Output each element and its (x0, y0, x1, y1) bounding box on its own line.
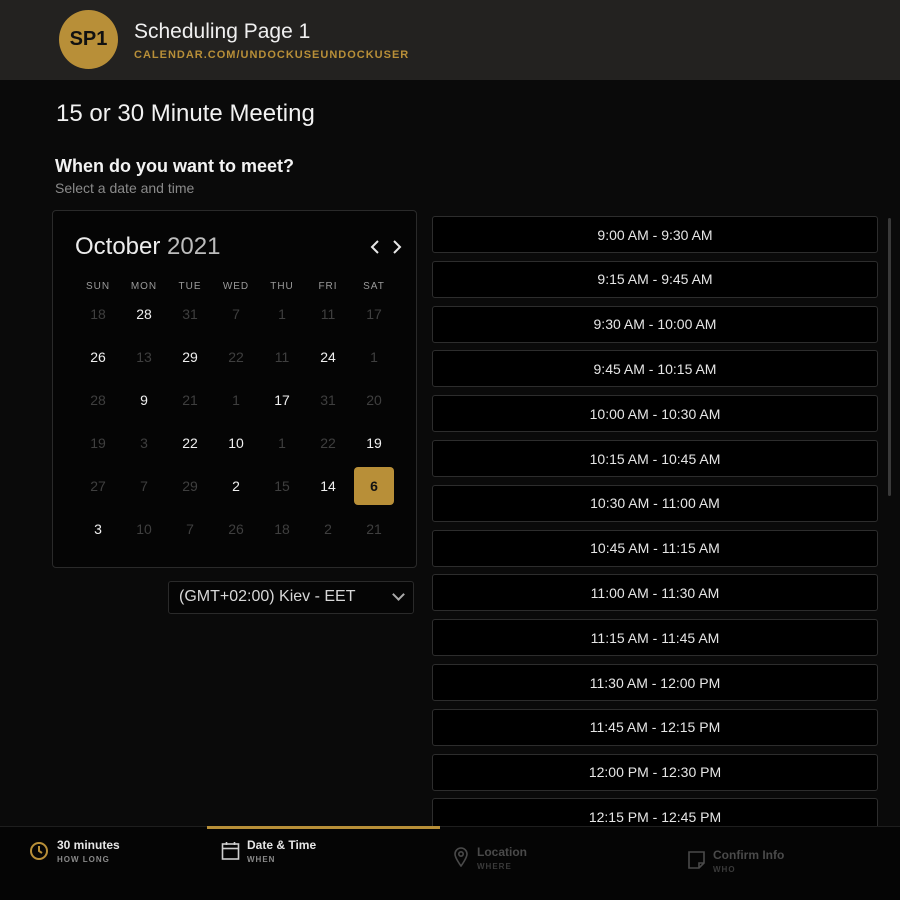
calendar-day: 11 (274, 349, 290, 365)
meeting-title: 15 or 30 Minute Meeting (56, 100, 315, 127)
avatar: SP1 (59, 10, 118, 69)
step-label: 30 minutes (57, 838, 120, 852)
timezone-value: (GMT+02:00) Kiev - EET (179, 588, 356, 605)
calendar-day: 7 (186, 521, 194, 537)
header-bar: SP1 Scheduling Page 1 CALENDAR.COM/UNDOC… (0, 0, 900, 80)
weekday-header: WED (222, 281, 250, 292)
calendar-day[interactable]: 14 (308, 467, 348, 505)
calendar-day: 3 (140, 435, 148, 451)
time-slot-button[interactable]: 12:00 PM - 12:30 PM (432, 753, 878, 791)
calendar-day[interactable]: 28 (124, 295, 164, 333)
step-label: Date & Time (247, 838, 317, 852)
step-sublabel: HOW LONG (57, 855, 110, 864)
calendar-day[interactable]: 22 (170, 424, 210, 462)
calendar-day[interactable]: 29 (170, 338, 210, 376)
calendar-day: 29 (182, 478, 198, 494)
calendar-day-selected[interactable]: 6 (354, 467, 394, 505)
calendar-day: 1 (278, 435, 286, 451)
step-sublabel: WHO (713, 865, 736, 874)
slot-list-scrollbar[interactable] (888, 218, 891, 496)
calendar-day: 17 (366, 306, 382, 322)
calendar-day: 13 (136, 349, 152, 365)
clock-icon (30, 842, 48, 860)
time-slot-button[interactable]: 9:30 AM - 10:00 AM (432, 305, 878, 343)
question-heading: When do you want to meet? (55, 156, 294, 176)
step-label: Confirm Info (713, 848, 785, 862)
timezone-select[interactable]: (GMT+02:00) Kiev - EET (168, 581, 414, 614)
calendar-day: 1 (278, 306, 286, 322)
calendar-day: 22 (320, 435, 336, 451)
calendar-year: 2021 (167, 233, 221, 260)
calendar-day: 31 (182, 306, 198, 322)
page-name: Scheduling Page 1 (134, 20, 311, 43)
calendar-day[interactable]: 3 (78, 510, 118, 548)
weekday-header: THU (270, 281, 294, 292)
calendar-day: 18 (274, 521, 290, 537)
calendar-day: 15 (274, 478, 290, 494)
weekday-header: TUE (178, 281, 202, 292)
calendar-day[interactable]: 9 (124, 381, 164, 419)
question-subtitle: Select a date and time (55, 180, 195, 196)
calendar-day[interactable]: 24 (308, 338, 348, 376)
calendar-day: 7 (140, 478, 148, 494)
location-pin-icon (454, 847, 468, 867)
time-slot-button[interactable]: 10:15 AM - 10:45 AM (432, 440, 878, 477)
weekday-header: MON (130, 281, 158, 292)
next-month-button[interactable] (391, 237, 403, 260)
time-slot-button[interactable]: 11:00 AM - 11:30 AM (432, 574, 878, 612)
calendar-day: 1 (370, 349, 378, 365)
time-slot-button[interactable]: 10:45 AM - 11:15 AM (432, 529, 878, 567)
weekday-header: FRI (318, 281, 338, 292)
step-how-long[interactable]: 30 minutes HOW LONG (57, 838, 120, 864)
page-url[interactable]: CALENDAR.COM/UNDOCKUSEUNDOCKUSER (134, 49, 409, 61)
step-where[interactable]: Location WHERE (477, 845, 527, 871)
calendar-day: 31 (320, 392, 336, 408)
calendar-day: 7 (232, 306, 240, 322)
time-slot-button[interactable]: 11:45 AM - 12:15 PM (432, 708, 878, 746)
step-progress-indicator (207, 826, 440, 829)
calendar-icon (221, 842, 240, 860)
weekday-header: SAT (363, 281, 385, 292)
step-sublabel: WHEN (247, 855, 276, 864)
time-slot-button[interactable]: 10:30 AM - 11:00 AM (432, 484, 878, 522)
calendar: October 2021 SUN MON TUE WED THU FRI SAT 18 28 3… (52, 210, 417, 568)
calendar-day[interactable]: 2 (216, 467, 256, 505)
step-label: Location (477, 845, 527, 859)
calendar-day: 20 (366, 392, 382, 408)
chevron-right-icon (393, 240, 402, 254)
calendar-day: 28 (90, 392, 106, 408)
step-sublabel: WHERE (477, 862, 512, 871)
calendar-day[interactable]: 26 (78, 338, 118, 376)
calendar-day[interactable]: 17 (262, 381, 302, 419)
time-slot-button[interactable]: 11:30 AM - 12:00 PM (432, 664, 878, 701)
time-slot-button[interactable]: 10:00 AM - 10:30 AM (432, 395, 878, 433)
calendar-day: 18 (90, 306, 106, 322)
step-who[interactable]: Confirm Info WHO (713, 848, 784, 874)
calendar-day: 10 (136, 521, 152, 537)
time-slot-button[interactable]: 11:15 AM - 11:45 AM (432, 619, 878, 657)
calendar-day: 22 (228, 349, 244, 365)
time-slot-button[interactable]: 9:45 AM - 10:15 AM (432, 350, 878, 388)
calendar-day: 1 (232, 392, 240, 408)
note-icon (688, 851, 705, 869)
calendar-day: 21 (182, 392, 198, 408)
calendar-month: October (75, 233, 161, 260)
calendar-month-title: October 2021 (75, 233, 220, 261)
weekday-header: SUN (85, 281, 111, 292)
calendar-day[interactable]: 19 (354, 424, 394, 462)
calendar-day: 11 (320, 306, 336, 322)
calendar-day: 19 (90, 435, 106, 451)
calendar-day: 26 (228, 521, 244, 537)
prev-month-button[interactable] (369, 237, 381, 260)
time-slot-button[interactable]: 9:15 AM - 9:45 AM (432, 260, 878, 298)
chevron-left-icon (370, 240, 379, 254)
calendar-day[interactable]: 10 (216, 424, 256, 462)
time-slot-button[interactable]: 9:00 AM - 9:30 AM (432, 216, 878, 253)
step-when[interactable]: Date & Time WHEN (247, 838, 316, 864)
calendar-day: 21 (366, 521, 382, 537)
chevron-down-icon (392, 588, 405, 601)
calendar-day: 2 (324, 521, 332, 537)
calendar-day: 27 (90, 478, 106, 494)
